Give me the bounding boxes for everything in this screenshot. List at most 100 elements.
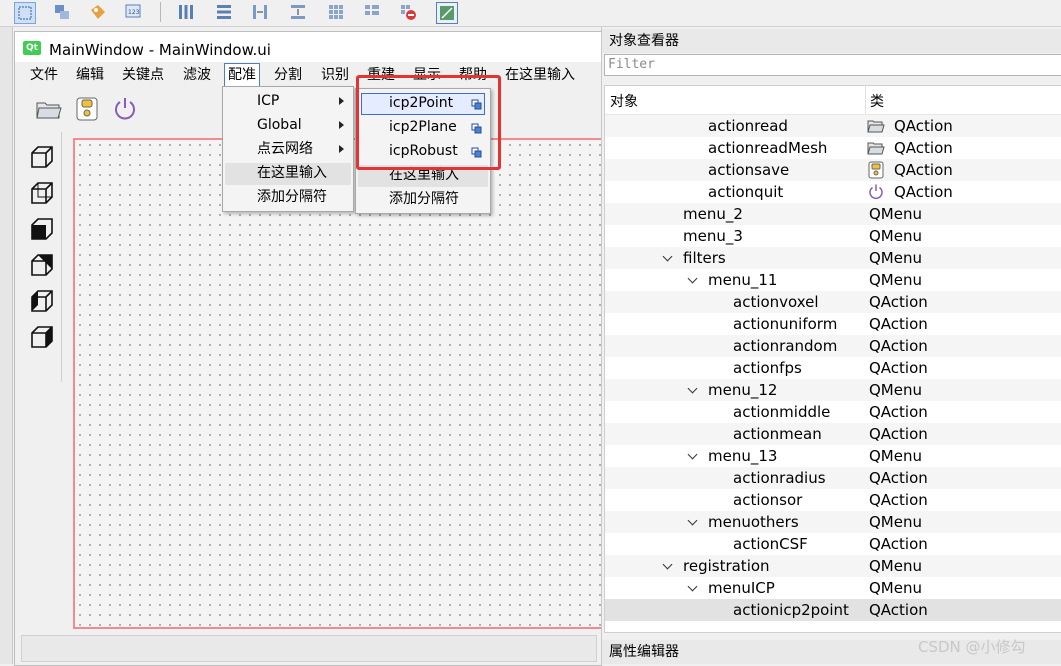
save-icon[interactable] xyxy=(75,96,99,122)
svg-text:123: 123 xyxy=(128,9,140,16)
tree-row[interactable]: filters QMenu xyxy=(605,247,1061,269)
cube-view-bottom-icon[interactable] xyxy=(29,252,55,278)
menu-item-pointcloud-net[interactable]: 点云网络 xyxy=(257,137,313,161)
signal-slot-icon[interactable] xyxy=(52,2,72,22)
object-name: registration xyxy=(683,557,770,575)
tree-row[interactable]: menu_12 QMenu xyxy=(605,379,1061,401)
object-name: actionread xyxy=(708,117,788,135)
menu-item-icp[interactable]: ICP xyxy=(257,89,279,113)
object-class: QAction xyxy=(869,403,928,421)
layout-splitter-v-icon[interactable] xyxy=(288,2,308,22)
object-name: menu_3 xyxy=(683,227,743,245)
tree-row[interactable]: actionuniform QAction xyxy=(605,313,1061,335)
expand-chevron-icon[interactable] xyxy=(687,383,698,394)
submenu-arrow-icon xyxy=(339,97,344,105)
tree-row[interactable]: menuothers QMenu xyxy=(605,511,1061,533)
open-folder-icon[interactable] xyxy=(35,96,63,122)
tree-row[interactable]: actionsor QAction xyxy=(605,489,1061,511)
menu-edit[interactable]: 编辑 xyxy=(76,63,104,87)
tree-row[interactable]: actionreadMesh QAction xyxy=(605,137,1061,159)
tab-order-icon[interactable]: 123 xyxy=(124,2,144,22)
cube-view-back-icon[interactable] xyxy=(29,180,55,206)
cube-view-top-icon[interactable] xyxy=(29,216,55,242)
menu-file[interactable]: 文件 xyxy=(30,63,58,87)
object-class: QAction xyxy=(894,139,953,157)
cube-view-right-icon[interactable] xyxy=(29,324,55,350)
menubar: 文件 编辑 关键点 滤波 配准 分割 识别 重建 显示 帮助 在这里输入 xyxy=(19,63,601,87)
save-icon xyxy=(867,161,885,179)
left-dock-gutter xyxy=(0,27,13,664)
menu-registration[interactable]: 配准 xyxy=(224,63,260,87)
tree-row[interactable]: actionmiddle QAction xyxy=(605,401,1061,423)
object-class: QAction xyxy=(869,601,928,619)
tree-row[interactable]: actionsave QAction xyxy=(605,159,1061,181)
object-name: menu_2 xyxy=(683,205,743,223)
cube-view-left-icon[interactable] xyxy=(29,288,55,314)
tree-row[interactable]: actionicp2point QAction xyxy=(605,599,1061,621)
object-class: QAction xyxy=(894,117,953,135)
layout-splitter-h-icon[interactable] xyxy=(250,2,270,22)
expand-chevron-icon[interactable] xyxy=(687,515,698,526)
tree-row[interactable]: actionread QAction xyxy=(605,115,1061,137)
object-name: menuothers xyxy=(708,513,799,531)
tree-row[interactable]: menu_3 QMenu xyxy=(605,225,1061,247)
layout-horizontal-icon[interactable] xyxy=(176,2,196,22)
expand-chevron-icon[interactable] xyxy=(662,251,673,262)
object-class: QAction xyxy=(869,491,928,509)
layout-vertical-icon[interactable] xyxy=(214,2,234,22)
menu-filter[interactable]: 滤波 xyxy=(183,63,211,87)
tree-row[interactable]: registration QMenu xyxy=(605,555,1061,577)
menu-keypoints[interactable]: 关键点 xyxy=(122,63,164,87)
expand-chevron-icon[interactable] xyxy=(687,273,698,284)
menu-recognition[interactable]: 识别 xyxy=(321,63,349,87)
menu-item-type-here[interactable]: 在这里输入 xyxy=(257,161,327,185)
menu-segmentation[interactable]: 分割 xyxy=(274,63,302,87)
select-tool-icon[interactable] xyxy=(14,2,36,24)
buddy-tool-icon[interactable] xyxy=(88,2,108,22)
expand-chevron-icon[interactable] xyxy=(662,559,673,570)
object-class: QAction xyxy=(869,425,928,443)
expand-chevron-icon[interactable] xyxy=(687,581,698,592)
vertical-toolbar xyxy=(23,132,62,382)
object-name: actionrandom xyxy=(733,337,838,355)
object-name: menu_11 xyxy=(708,271,778,289)
tree-row[interactable]: actionfps QAction xyxy=(605,357,1061,379)
tree-row[interactable]: menu_13 QMenu xyxy=(605,445,1061,467)
status-bar xyxy=(21,635,597,662)
layout-form-icon[interactable] xyxy=(362,2,382,22)
adjust-size-icon[interactable] xyxy=(436,2,458,24)
object-class: QMenu xyxy=(869,557,922,575)
object-name: menu_13 xyxy=(708,447,778,465)
layout-grid-icon[interactable] xyxy=(326,2,346,22)
form-titlebar: Qt MainWindow - MainWindow.ui xyxy=(15,32,601,62)
tree-row[interactable]: menu_2 QMenu xyxy=(605,203,1061,225)
object-name: actionreadMesh xyxy=(708,139,828,157)
object-name: actionradius xyxy=(733,469,826,487)
object-name: actionfps xyxy=(733,359,802,377)
menu-type-here[interactable]: 在这里输入 xyxy=(505,63,575,87)
menu-item-add-separator[interactable]: 添加分隔符 xyxy=(389,187,459,211)
object-class: QMenu xyxy=(869,271,922,289)
power-icon[interactable] xyxy=(111,95,139,123)
tree-row[interactable]: actionvoxel QAction xyxy=(605,291,1061,313)
filter-input[interactable]: Filter xyxy=(604,54,1061,76)
tree-row[interactable]: menu_11 QMenu xyxy=(605,269,1061,291)
tree-row[interactable]: actionCSF QAction xyxy=(605,533,1061,555)
tree-row[interactable]: actionquit QAction xyxy=(605,181,1061,203)
menu-item-add-separator[interactable]: 添加分隔符 xyxy=(257,185,327,209)
tree-row[interactable]: actionradius QAction xyxy=(605,467,1061,489)
cube-view-front-icon[interactable] xyxy=(29,144,55,170)
break-layout-icon[interactable] xyxy=(398,2,418,22)
object-inspector-title: 对象查看器 xyxy=(602,29,1061,53)
menu-item-global[interactable]: Global xyxy=(257,113,302,137)
tree-row[interactable]: actionmean QAction xyxy=(605,423,1061,445)
object-name: actionsor xyxy=(733,491,803,509)
object-class: QMenu xyxy=(869,381,922,399)
expand-chevron-icon[interactable] xyxy=(687,449,698,460)
column-class[interactable]: 类 xyxy=(870,91,884,111)
object-class: QMenu xyxy=(869,447,922,465)
tree-row[interactable]: menuICP QMenu xyxy=(605,577,1061,599)
registration-menu: ICP Global 点云网络 在这里输入 添加分隔符 xyxy=(222,86,354,212)
column-object[interactable]: 对象 xyxy=(610,91,638,111)
tree-row[interactable]: actionrandom QAction xyxy=(605,335,1061,357)
